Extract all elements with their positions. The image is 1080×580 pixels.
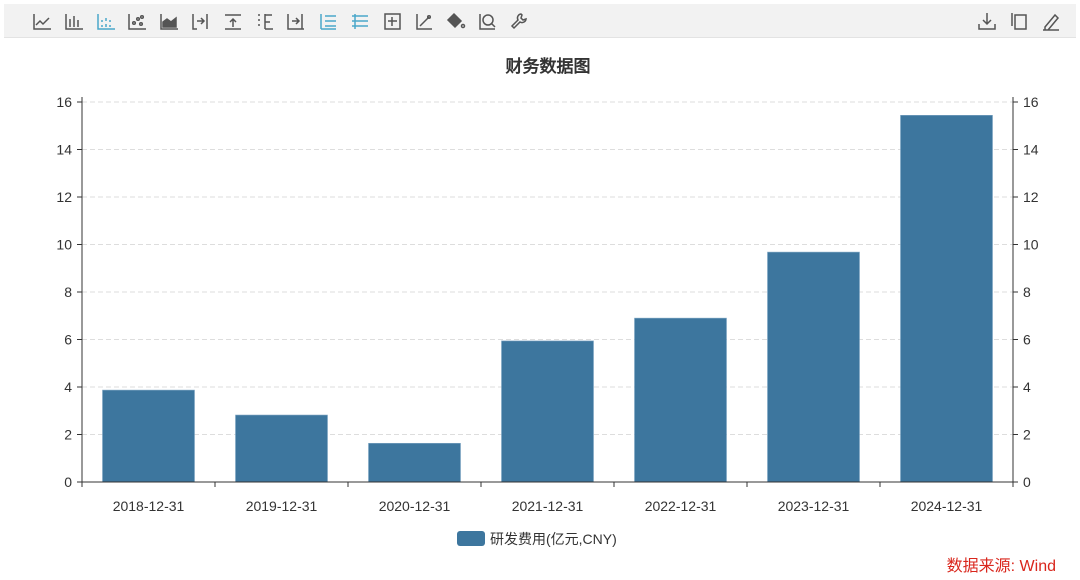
bar [368,442,461,483]
legend-swatch [457,531,485,546]
y-tick-label: 0 [64,474,72,490]
y-tick-label: 10 [56,237,72,253]
y2-tick-label: 6 [1023,332,1031,348]
x-tick-label: 2019-12-31 [246,498,318,514]
chart-title: 财务数据图 [505,56,591,76]
y2-tick-label: 4 [1023,379,1031,395]
x-tick-label: 2024-12-31 [911,498,983,514]
y-tick-label: 6 [64,332,72,348]
bar [235,414,328,483]
y2-tick-label: 16 [1023,94,1039,110]
legend[interactable]: 研发费用(亿元,CNY) [457,531,617,547]
data-source-note: 数据来源: Wind [946,558,1056,575]
x-tick-label: 2021-12-31 [512,498,584,514]
bar [102,389,195,483]
y-tick-label: 16 [56,94,72,110]
y2-tick-label: 0 [1023,474,1031,490]
bar [501,340,594,483]
y-tick-label: 12 [56,189,72,205]
bar [634,317,727,483]
y-tick-label: 8 [64,284,72,300]
y2-tick-label: 14 [1023,142,1039,158]
y2-tick-label: 10 [1023,237,1039,253]
y-tick-label: 2 [64,427,72,443]
bar [767,251,860,483]
y2-tick-label: 2 [1023,427,1031,443]
x-tick-label: 2022-12-31 [645,498,717,514]
x-tick-label: 2018-12-31 [113,498,185,514]
y-tick-label: 4 [64,379,72,395]
x-tick-label: 2023-12-31 [778,498,850,514]
bar [900,115,993,483]
y2-tick-label: 12 [1023,189,1039,205]
y-tick-label: 14 [56,142,72,158]
x-tick-label: 2020-12-31 [379,498,451,514]
bar-chart: 财务数据图 0 0 2 2 4 4 6 6 8 8 10 10 12 12 14 14 16 16 2018-12-… [56,56,1039,547]
y2-tick-label: 8 [1023,284,1031,300]
legend-label: 研发费用(亿元,CNY) [490,531,617,547]
